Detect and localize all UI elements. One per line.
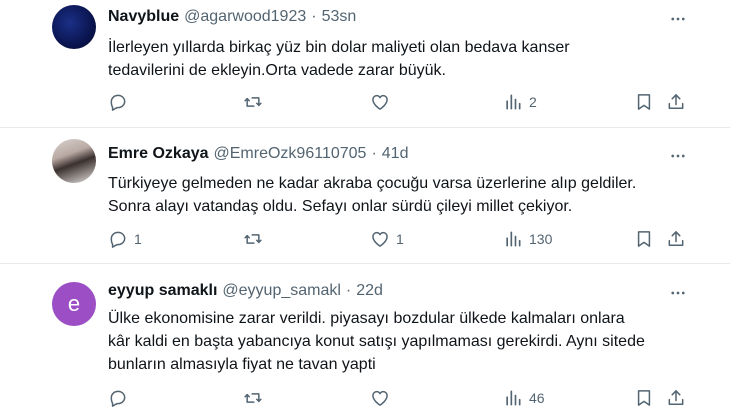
tweet-header: Navyblue @agarwood1923 · 53sn	[108, 8, 356, 26]
bookmark-icon	[637, 94, 651, 110]
retweet-button[interactable]	[243, 226, 269, 252]
views-icon	[506, 94, 521, 110]
reply-icon	[110, 231, 126, 248]
avatar[interactable]	[52, 139, 96, 183]
more-icon[interactable]	[668, 283, 688, 303]
views-button[interactable]: 2	[503, 89, 537, 115]
heart-icon	[372, 94, 388, 110]
avatar[interactable]: e	[52, 282, 96, 326]
author-name[interactable]: Navyblue	[108, 8, 179, 26]
more-icon[interactable]	[668, 9, 688, 29]
retweet-icon	[244, 234, 262, 244]
tweet-text-line: İlerleyen yıllarda birkaç yüz bin dolar …	[108, 39, 570, 56]
tweet[interactable]: Navyblue @agarwood1923 · 53sn İlerleyen …	[0, 0, 730, 128]
tweet[interactable]: Emre Ozkaya @EmreOzk96110705 · 41d Türki…	[0, 128, 730, 264]
share-button[interactable]	[666, 89, 686, 115]
separator-dot: ·	[345, 282, 352, 299]
retweet-button[interactable]	[243, 89, 269, 115]
retweet-icon	[244, 97, 262, 107]
separator-dot: ·	[371, 145, 377, 162]
bookmark-icon	[637, 231, 651, 247]
retweet-icon	[244, 393, 262, 403]
tweet-text-line: tedavilerini de ekleyin.Orta vadede zara…	[108, 62, 446, 79]
reply-count: 1	[134, 231, 142, 247]
share-icon	[668, 231, 684, 246]
like-count: 1	[396, 231, 404, 247]
retweet-button[interactable]	[243, 385, 269, 411]
author-name[interactable]: Emre Ozkaya	[108, 145, 209, 163]
avatar-letter: e	[67, 291, 81, 316]
views-icon	[506, 390, 521, 406]
reply-icon	[110, 390, 126, 407]
action-bar: 1 1 130	[0, 226, 730, 252]
author-handle[interactable]: @agarwood1923	[184, 8, 306, 26]
views-button[interactable]: 46	[503, 385, 545, 411]
reply-button[interactable]	[108, 385, 134, 411]
views-button[interactable]: 130	[503, 226, 552, 252]
view-count: 2	[529, 94, 537, 110]
heart-icon	[372, 390, 388, 406]
timestamp[interactable]: 53sn	[322, 8, 357, 26]
tweet-text: İlerleyen yıllarda birkaç yüz bin dolar …	[108, 36, 708, 82]
reply-button[interactable]	[108, 89, 134, 115]
tweet-header: Emre Ozkaya @EmreOzk96110705 · 41d	[108, 145, 408, 163]
share-icon	[668, 390, 684, 405]
tweet-header: eyyup samaklı @eyyup_samakl · 22d	[108, 282, 383, 300]
tweet[interactable]: e eyyup samaklı @eyyup_samakl · 22d Ülke…	[0, 264, 730, 420]
author-handle[interactable]: @eyyup_samakl	[222, 282, 341, 300]
like-button[interactable]	[370, 385, 396, 411]
tweet-text-line: Sonra alayı vatandaş oldu. Sefayı onlar …	[108, 198, 573, 215]
reply-button[interactable]: 1	[108, 226, 142, 252]
tweet-text: Türkiyeye gelmeden ne kadar akraba çocuğ…	[108, 172, 708, 218]
view-count: 46	[529, 390, 545, 406]
like-button[interactable]	[370, 89, 396, 115]
bookmark-icon	[637, 390, 651, 406]
tweet-text-line: Türkiyeye gelmeden ne kadar akraba çocuğ…	[108, 175, 637, 192]
share-icon	[668, 94, 684, 109]
tweet-text: Ülke ekonomisine zarar verildi. piyasayı…	[108, 307, 708, 376]
timestamp[interactable]: 22d	[356, 282, 383, 300]
author-name[interactable]: eyyup samaklı	[108, 282, 217, 300]
bookmark-button[interactable]	[634, 385, 654, 411]
share-button[interactable]	[666, 226, 686, 252]
action-bar: 2	[0, 89, 730, 115]
tweet-text-line: bunların almasıyla fiyat ne tavan yapti	[108, 356, 376, 373]
tweet-text-line: kâr kaldi en başta yabancıya konut satış…	[108, 333, 645, 350]
more-icon[interactable]	[668, 146, 688, 166]
heart-icon	[372, 231, 388, 247]
reply-icon	[110, 94, 126, 111]
avatar[interactable]	[52, 5, 96, 49]
bookmark-button[interactable]	[634, 89, 654, 115]
view-count: 130	[529, 231, 553, 247]
views-icon	[506, 231, 521, 247]
like-button[interactable]: 1	[370, 226, 404, 252]
share-button[interactable]	[666, 385, 686, 411]
timestamp[interactable]: 41d	[382, 145, 409, 163]
action-bar: 46	[0, 385, 730, 411]
author-handle[interactable]: @EmreOzk96110705	[214, 145, 367, 163]
bookmark-button[interactable]	[634, 226, 654, 252]
tweet-text-line: Ülke ekonomisine zarar verildi. piyasayı…	[108, 310, 625, 327]
separator-dot: ·	[311, 8, 317, 25]
